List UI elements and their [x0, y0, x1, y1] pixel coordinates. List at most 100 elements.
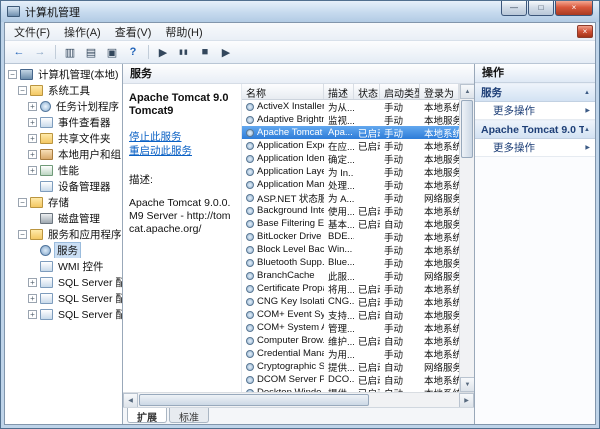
tab-standard[interactable]: 标准	[169, 408, 209, 423]
stop-service-icon[interactable]: ■	[195, 43, 215, 61]
service-row[interactable]: COM+ System A...管理...手动本地系统	[242, 321, 459, 334]
service-row[interactable]: Application Expe...在应...已启动手动本地系统	[242, 139, 459, 152]
expander-minus-icon[interactable]: −	[8, 70, 17, 79]
service-row[interactable]: Base Filtering En...基本...已启动自动本地服务	[242, 217, 459, 230]
service-row[interactable]: Bluetooth Supp...Blue...手动本地服务	[242, 256, 459, 269]
pause-service-icon[interactable]: ▮▮	[174, 43, 194, 61]
tree-item-shared-folders[interactable]: +共享文件夹	[5, 130, 122, 146]
help-icon[interactable]: ?	[123, 43, 143, 61]
show-console-tree-icon[interactable]: ▥	[60, 43, 80, 61]
menu-help[interactable]: 帮助(H)	[158, 22, 209, 42]
title-bar[interactable]: 计算机管理 — □ ×	[1, 1, 599, 22]
service-row[interactable]: BitLocker Drive ...BDE...手动本地系统	[242, 230, 459, 243]
expander-plus-icon[interactable]: +	[28, 118, 37, 127]
menu-view[interactable]: 查看(V)	[108, 22, 159, 42]
column-header-logon-as[interactable]: 登录为	[420, 84, 459, 99]
tree-item-sql-server-config-3[interactable]: +SQL Server 配置管理器	[5, 306, 122, 322]
service-logon-cell: 本地系统	[420, 373, 459, 386]
tree-item-local-users-groups[interactable]: +本地用户和组	[5, 146, 122, 162]
service-logon-cell: 本地系统	[420, 100, 459, 113]
horizontal-scroll-thumb[interactable]	[139, 394, 369, 406]
tree-item-sql-server-config-1[interactable]: +SQL Server 配置管理器	[5, 274, 122, 290]
tree-item-services[interactable]: 服务	[5, 242, 122, 258]
service-row[interactable]: Application Iden...确定...手动本地服务	[242, 152, 459, 165]
restart-service-link[interactable]: 重启动此服务	[129, 144, 235, 158]
tree-item-disk-management[interactable]: 磁盘管理	[5, 210, 122, 226]
expander-plus-icon[interactable]: +	[28, 134, 37, 143]
expander-plus-icon[interactable]: +	[28, 150, 37, 159]
scroll-right-icon[interactable]: ▶	[459, 393, 474, 408]
collapse-icon[interactable]: ▲	[584, 90, 590, 96]
tree-item-task-scheduler[interactable]: +任务计划程序	[5, 98, 122, 114]
more-actions-services[interactable]: 更多操作 ▶	[475, 102, 595, 120]
maximize-button[interactable]: □	[528, 1, 554, 16]
expander-plus-icon[interactable]: +	[28, 310, 37, 319]
expander-minus-icon[interactable]: −	[18, 230, 27, 239]
view-tabs: 扩展 标准	[123, 407, 474, 424]
column-header-startup-type[interactable]: 启动类型	[380, 84, 420, 99]
more-actions-label: 更多操作	[493, 140, 535, 155]
expander-plus-icon[interactable]: +	[28, 166, 37, 175]
tree-item-services-and-applications[interactable]: −服务和应用程序	[5, 226, 122, 242]
actions-section-apache-title: Apache Tomcat 9.0 Tomc...	[481, 124, 584, 136]
service-row[interactable]: Adaptive Brightn...监视...手动本地服务	[242, 113, 459, 126]
service-row[interactable]: ActiveX Installer ...为从...手动本地系统	[242, 100, 459, 113]
collapse-icon[interactable]: ▲	[584, 127, 590, 133]
start-service-icon[interactable]: ▶	[153, 43, 173, 61]
expander-plus-icon[interactable]: +	[28, 102, 37, 111]
console-close-button[interactable]: ×	[577, 25, 593, 38]
scroll-down-icon[interactable]: ▼	[460, 377, 474, 392]
forward-arrow-icon[interactable]: →	[30, 43, 50, 61]
export-list-icon[interactable]: ▤	[81, 43, 101, 61]
service-startup-type-cell: 手动	[380, 243, 420, 256]
tree-item-storage[interactable]: −存储	[5, 194, 122, 210]
expander-minus-icon[interactable]: −	[18, 86, 27, 95]
column-header-name[interactable]: 名称	[242, 84, 324, 99]
more-actions-apache-tomcat[interactable]: 更多操作 ▶	[475, 139, 595, 157]
back-arrow-icon[interactable]: ←	[9, 43, 29, 61]
menu-action[interactable]: 操作(A)	[57, 22, 108, 42]
close-button[interactable]: ×	[555, 1, 593, 16]
vertical-scroll-track[interactable]	[460, 159, 474, 377]
scroll-left-icon[interactable]: ◀	[123, 393, 138, 408]
tree-item-performance[interactable]: +性能	[5, 162, 122, 178]
actions-section-apache-tomcat[interactable]: Apache Tomcat 9.0 Tomc... ▲	[475, 120, 595, 139]
horizontal-scrollbar[interactable]: ◀ ▶	[123, 392, 474, 407]
service-row[interactable]: CNG Key IsolationCNG...已启动手动本地系统	[242, 295, 459, 308]
properties-window-icon[interactable]: ▣	[102, 43, 122, 61]
tree-item-wmi-control[interactable]: WMI 控件	[5, 258, 122, 274]
service-row[interactable]: BranchCache此服...手动网络服务	[242, 269, 459, 282]
horizontal-scroll-track[interactable]	[370, 393, 459, 407]
service-row[interactable]: Credential Mana...为用...手动本地系统	[242, 347, 459, 360]
service-row[interactable]: Block Level Back...Win...手动本地系统	[242, 243, 459, 256]
tree-item-system-tools[interactable]: −系统工具	[5, 82, 122, 98]
expander-minus-icon[interactable]: −	[18, 198, 27, 207]
service-row[interactable]: Certificate Propa...将用...已启动手动本地系统	[242, 282, 459, 295]
stop-service-link[interactable]: 停止此服务	[129, 130, 235, 144]
service-row[interactable]: Application Man...处理...手动本地系统	[242, 178, 459, 191]
column-header-status[interactable]: 状态	[354, 84, 380, 99]
service-row[interactable]: Computer Brow...维护...已启动自动本地系统	[242, 334, 459, 347]
actions-section-services[interactable]: 服务 ▲	[475, 83, 595, 102]
tree-item-event-viewer[interactable]: +事件查看器	[5, 114, 122, 130]
service-row[interactable]: COM+ Event Sys...支持...已启动自动本地服务	[242, 308, 459, 321]
service-row[interactable]: Background Inte...使用...已启动手动本地系统	[242, 204, 459, 217]
tree-item-device-manager[interactable]: 设备管理器	[5, 178, 122, 194]
minimize-button[interactable]: —	[501, 1, 527, 16]
scroll-up-icon[interactable]: ▲	[460, 84, 474, 99]
vertical-scroll-thumb[interactable]	[461, 100, 473, 158]
service-row[interactable]: DCOM Server Pr...DCO...已启动自动本地系统	[242, 373, 459, 386]
restart-service-icon[interactable]: ▶	[216, 43, 236, 61]
expander-plus-icon[interactable]: +	[28, 294, 37, 303]
service-row[interactable]: ASP.NET 状态服务为 A...手动网络服务	[242, 191, 459, 204]
vertical-scrollbar[interactable]: ▲ ▼	[459, 84, 474, 392]
service-row[interactable]: Apache Tomcat ...Apa...已启动手动本地系统	[242, 126, 459, 139]
tree-item-sql-server-config-2[interactable]: +SQL Server 配置管理器	[5, 290, 122, 306]
service-row[interactable]: Application Laye...为 In...手动本地服务	[242, 165, 459, 178]
menu-file[interactable]: 文件(F)	[7, 22, 57, 42]
service-row[interactable]: Cryptographic S...提供...已启动自动网络服务	[242, 360, 459, 373]
expander-plus-icon[interactable]: +	[28, 278, 37, 287]
tree-item-computer-management-local[interactable]: −计算机管理(本地)	[5, 66, 122, 82]
column-header-description[interactable]: 描述	[324, 84, 354, 99]
tab-extended[interactable]: 扩展	[127, 408, 167, 423]
